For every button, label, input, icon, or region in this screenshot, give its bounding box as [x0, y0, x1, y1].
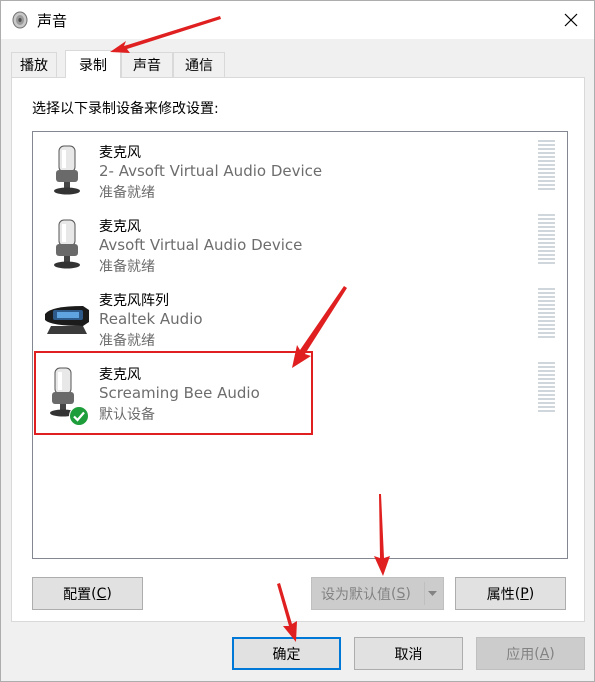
device-item[interactable]: 麦克风阵列 Realtek Audio 准备就绪 [33, 282, 567, 354]
level-meter [538, 362, 555, 414]
level-meter [538, 288, 555, 340]
set-default-button[interactable]: 设为默认值(S) [311, 577, 444, 610]
button-label: 应用 [506, 646, 535, 663]
close-button[interactable] [548, 1, 594, 39]
microphone-icon [54, 145, 80, 195]
device-name: 麦克风 [99, 145, 141, 161]
tab-label: 播放 [20, 58, 48, 74]
webcam-array-icon [45, 306, 89, 334]
device-item[interactable]: 麦克风 Avsoft Virtual Audio Device 准备就绪 [33, 208, 567, 280]
properties-button[interactable]: 属性(P) [455, 577, 566, 610]
button-label: 设为默认值 [321, 586, 391, 603]
tab-label: 录制 [79, 57, 107, 74]
hotkey: A [539, 645, 550, 662]
title-bar: 声音 [1, 1, 594, 39]
button-label: 属性 [486, 586, 515, 603]
sound-dialog: 声音 播放 录制 声音 通信 选择以下录制设备来修改设置: 麦克风 2- Avs… [0, 0, 595, 682]
device-status: 准备就绪 [99, 259, 155, 275]
hotkey: S [396, 585, 406, 602]
recording-panel: 选择以下录制设备来修改设置: 麦克风 2- Avsoft Virtual Aud… [11, 77, 585, 622]
device-description: Avsoft Virtual Audio Device [99, 236, 303, 254]
device-status: 准备就绪 [99, 185, 155, 201]
dropdown-arrow-icon[interactable] [425, 578, 440, 609]
level-meter [538, 140, 555, 192]
tab-playback[interactable]: 播放 [11, 52, 57, 77]
annotation-highlight-box [34, 351, 313, 435]
button-label: 取消 [394, 646, 423, 663]
button-label: 配置 [63, 586, 92, 603]
microphone-icon [54, 219, 80, 269]
device-status: 准备就绪 [99, 333, 155, 349]
configure-button[interactable]: 配置(C) [32, 577, 143, 610]
close-icon [564, 13, 578, 27]
tab-label: 通信 [185, 58, 213, 74]
hotkey: P [520, 585, 529, 602]
tab-sounds[interactable]: 声音 [121, 52, 173, 77]
device-name: 麦克风 [99, 219, 141, 235]
speaker-icon [12, 11, 28, 29]
device-description: Realtek Audio [99, 310, 203, 328]
tab-communications[interactable]: 通信 [173, 52, 225, 77]
tab-label: 声音 [133, 58, 161, 74]
recording-device-list[interactable]: 麦克风 2- Avsoft Virtual Audio Device 准备就绪 … [32, 131, 568, 559]
device-item[interactable]: 麦克风 2- Avsoft Virtual Audio Device 准备就绪 [33, 134, 567, 206]
level-meter [538, 214, 555, 266]
device-name: 麦克风阵列 [99, 293, 169, 309]
tab-recording[interactable]: 录制 [65, 50, 121, 78]
ok-button[interactable]: 确定 [232, 637, 341, 670]
window-title: 声音 [37, 12, 68, 30]
apply-button[interactable]: 应用(A) [476, 637, 585, 670]
cancel-button[interactable]: 取消 [354, 637, 463, 670]
instruction-text: 选择以下录制设备来修改设置: [32, 101, 219, 117]
button-label: 确定 [272, 646, 301, 663]
device-description: 2- Avsoft Virtual Audio Device [99, 162, 323, 180]
hotkey: C [96, 585, 107, 602]
